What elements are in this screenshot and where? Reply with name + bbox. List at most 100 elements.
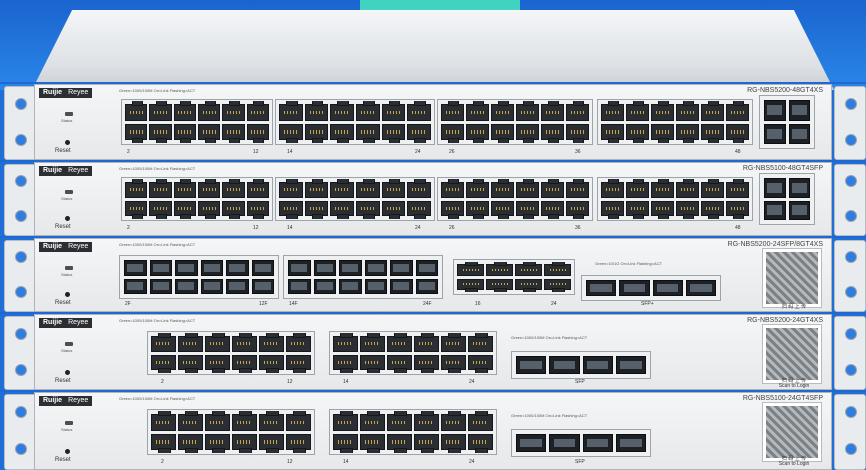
- rj45-port[interactable]: [381, 123, 406, 143]
- rj45-port[interactable]: [304, 101, 329, 121]
- sfp-port[interactable]: [313, 278, 336, 294]
- sfp-port[interactable]: [288, 278, 311, 294]
- rj45-port[interactable]: [601, 123, 624, 143]
- rj45-port[interactable]: [468, 411, 493, 431]
- login-qr-code[interactable]: [763, 249, 821, 307]
- sfp-port[interactable]: [788, 178, 810, 198]
- rj45-port[interactable]: [457, 278, 484, 292]
- rj45-port[interactable]: [515, 278, 542, 292]
- sfp-port[interactable]: [339, 260, 362, 276]
- rj45-port[interactable]: [441, 123, 464, 143]
- sfp-port[interactable]: [226, 260, 249, 276]
- rj45-port[interactable]: [541, 200, 564, 219]
- sfp-port[interactable]: [586, 280, 617, 296]
- rj45-port[interactable]: [222, 179, 245, 198]
- sfp-port[interactable]: [390, 260, 413, 276]
- sfp-port[interactable]: [364, 278, 387, 294]
- rj45-port[interactable]: [151, 354, 176, 373]
- sfp-port[interactable]: [615, 356, 646, 374]
- sfp-port[interactable]: [415, 278, 438, 294]
- rj45-port[interactable]: [491, 200, 514, 219]
- rj45-port[interactable]: [701, 200, 724, 219]
- rj45-port[interactable]: [601, 179, 624, 198]
- sfp-port[interactable]: [619, 280, 650, 296]
- rj45-port[interactable]: [330, 200, 354, 219]
- sfp-port[interactable]: [516, 434, 547, 452]
- login-qr-code[interactable]: [763, 403, 821, 461]
- rj45-port[interactable]: [407, 179, 431, 198]
- rj45-port[interactable]: [286, 333, 311, 352]
- rj45-port[interactable]: [566, 179, 589, 198]
- rj45-port[interactable]: [286, 411, 311, 431]
- sfp-port[interactable]: [685, 280, 716, 296]
- rj45-port[interactable]: [566, 101, 589, 121]
- rj45-port[interactable]: [232, 433, 257, 453]
- rj45-port[interactable]: [381, 179, 406, 198]
- rj45-port[interactable]: [232, 411, 257, 431]
- reset-button[interactable]: [65, 449, 70, 454]
- sfp-port[interactable]: [764, 123, 786, 144]
- rj45-port[interactable]: [407, 123, 431, 143]
- sfp-port[interactable]: [549, 434, 580, 452]
- rj45-port[interactable]: [651, 101, 674, 121]
- sfp-port[interactable]: [549, 356, 580, 374]
- rj45-port[interactable]: [566, 200, 589, 219]
- rj45-port[interactable]: [381, 200, 406, 219]
- rj45-port[interactable]: [441, 333, 466, 352]
- rj45-port[interactable]: [466, 200, 489, 219]
- rj45-port[interactable]: [441, 101, 464, 121]
- rj45-port[interactable]: [246, 101, 269, 121]
- sfp-port[interactable]: [226, 278, 249, 294]
- sfp-port[interactable]: [288, 260, 311, 276]
- rj45-port[interactable]: [222, 123, 245, 143]
- rj45-port[interactable]: [491, 179, 514, 198]
- rj45-port[interactable]: [360, 411, 385, 431]
- rj45-port[interactable]: [151, 411, 176, 431]
- rj45-port[interactable]: [333, 333, 358, 352]
- rj45-port[interactable]: [516, 123, 539, 143]
- rj45-port[interactable]: [626, 200, 649, 219]
- rj45-port[interactable]: [441, 433, 466, 453]
- sfp-port[interactable]: [764, 100, 786, 121]
- rj45-port[interactable]: [387, 433, 412, 453]
- rj45-port[interactable]: [544, 262, 571, 276]
- rj45-port[interactable]: [205, 411, 230, 431]
- rj45-port[interactable]: [333, 433, 358, 453]
- rj45-port[interactable]: [149, 179, 172, 198]
- rj45-port[interactable]: [205, 333, 230, 352]
- rj45-port[interactable]: [279, 123, 303, 143]
- rj45-port[interactable]: [286, 354, 311, 373]
- rj45-port[interactable]: [259, 333, 284, 352]
- rj45-port[interactable]: [414, 433, 439, 453]
- rj45-port[interactable]: [246, 179, 269, 198]
- rj45-port[interactable]: [651, 179, 674, 198]
- rj45-port[interactable]: [414, 354, 439, 373]
- rj45-port[interactable]: [651, 123, 674, 143]
- rj45-port[interactable]: [701, 179, 724, 198]
- reset-button[interactable]: [65, 370, 70, 375]
- rj45-port[interactable]: [178, 411, 203, 431]
- rj45-port[interactable]: [125, 101, 148, 121]
- rj45-port[interactable]: [279, 179, 303, 198]
- sfp-port[interactable]: [516, 356, 547, 374]
- rj45-port[interactable]: [726, 179, 749, 198]
- rj45-port[interactable]: [676, 179, 699, 198]
- rj45-port[interactable]: [333, 354, 358, 373]
- rj45-port[interactable]: [387, 354, 412, 373]
- rj45-port[interactable]: [360, 333, 385, 352]
- rj45-port[interactable]: [286, 433, 311, 453]
- rj45-port[interactable]: [259, 354, 284, 373]
- reset-button[interactable]: [65, 292, 70, 297]
- sfp-port[interactable]: [788, 100, 810, 121]
- sfp-port[interactable]: [390, 278, 413, 294]
- sfp-port[interactable]: [788, 123, 810, 144]
- rj45-port[interactable]: [676, 200, 699, 219]
- rj45-port[interactable]: [441, 354, 466, 373]
- rj45-port[interactable]: [468, 354, 493, 373]
- rj45-port[interactable]: [355, 200, 380, 219]
- rj45-port[interactable]: [441, 411, 466, 431]
- rj45-port[interactable]: [676, 101, 699, 121]
- rj45-port[interactable]: [222, 101, 245, 121]
- rj45-port[interactable]: [701, 101, 724, 121]
- rj45-port[interactable]: [125, 200, 148, 219]
